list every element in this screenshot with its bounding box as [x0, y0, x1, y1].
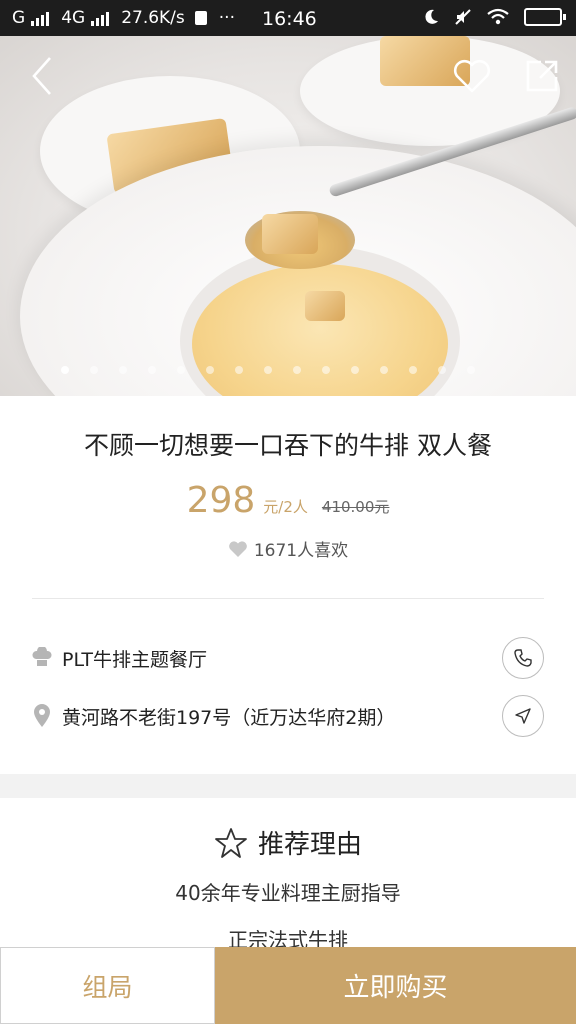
crouton-on-spoon [262, 214, 318, 254]
carousel-dot [148, 366, 156, 374]
carousel-dot [235, 366, 243, 374]
carousel-dot [322, 366, 330, 374]
carousel-dot [293, 366, 301, 374]
chef-hat-icon [32, 646, 52, 670]
carousel-dot [119, 366, 127, 374]
recommend-header: 推荐理由 [0, 824, 576, 861]
back-arrow-icon [32, 57, 51, 95]
carousel-dot [206, 366, 214, 374]
restaurant-row[interactable]: PLT牛排主题餐厅 [32, 636, 544, 680]
address-row[interactable]: 黄河路不老街197号（近万达华府2期） [32, 694, 544, 738]
clock: 16:46 [262, 8, 317, 30]
star-icon [215, 827, 247, 858]
price-row: 298 元/2人 410.00元 [0, 480, 576, 521]
back-button[interactable] [22, 56, 62, 96]
carousel-dot [90, 366, 98, 374]
section-separator [0, 774, 576, 798]
restaurant-name: PLT牛排主题餐厅 [62, 648, 208, 671]
price-unit: 元/2人 [263, 498, 308, 516]
share-icon [526, 60, 558, 92]
original-price: 410.00元 [321, 498, 390, 516]
carousel-dot [380, 366, 388, 374]
signal-4g-icon [91, 10, 110, 26]
phone-icon [514, 649, 532, 667]
carousel-dot [409, 366, 417, 374]
more-indicator: ··· [218, 8, 235, 28]
likes-label: 1671人喜欢 [253, 541, 349, 561]
recommend-reason: 40余年专业料理主厨指导 [175, 881, 401, 905]
battery-icon [524, 8, 566, 26]
share-button[interactable] [522, 56, 562, 96]
navigation-arrow-icon [515, 708, 531, 724]
carousel-dot [438, 366, 446, 374]
likes-count: 1671人喜欢 [0, 536, 576, 561]
price: 298 [186, 480, 256, 521]
product-title: 不顾一切想要一口吞下的牛排 双人餐 [84, 431, 492, 460]
moon-icon [425, 9, 438, 24]
carousel-dot [264, 366, 272, 374]
call-button[interactable] [502, 637, 544, 679]
network-speed: 27.6K/s [121, 8, 185, 28]
navigate-button[interactable] [502, 695, 544, 737]
network-label: G [12, 8, 26, 28]
carousel-dot [351, 366, 359, 374]
favorite-button[interactable] [452, 56, 492, 96]
recommend-title: 推荐理由 [257, 830, 362, 860]
heart-icon [229, 540, 247, 557]
group-button[interactable]: 组局 [0, 947, 215, 1024]
status-bar: G 4G 27.6K/s ··· 16:46 [0, 0, 576, 36]
carousel-dot [177, 366, 185, 374]
crouton [305, 291, 345, 321]
carousel-dot [467, 366, 475, 374]
network-4g-label: 4G [61, 8, 86, 28]
location-pin-icon [32, 704, 52, 728]
sim-icon [194, 11, 207, 25]
heart-outline-icon [453, 59, 491, 93]
bottom-action-bar: 组局 立即购买 [0, 947, 576, 1024]
carousel-indicator [0, 366, 576, 374]
hero-image[interactable] [0, 36, 576, 396]
restaurant-address: 黄河路不老街197号（近万达华府2期） [62, 706, 396, 729]
buy-now-button[interactable]: 立即购买 [215, 947, 576, 1024]
mute-icon [455, 9, 471, 25]
carousel-dot [61, 366, 69, 374]
signal-icon [31, 10, 50, 26]
wifi-icon [487, 8, 509, 25]
divider [32, 598, 544, 599]
